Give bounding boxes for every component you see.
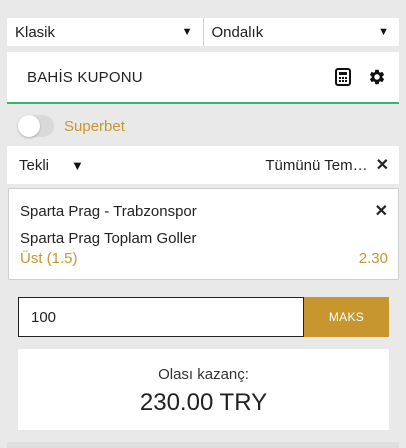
odds-settings-row: Klasik ▼ Ondalık ▼ [7, 18, 399, 46]
odds-format-value: Ondalık [211, 23, 264, 41]
betslip-header: BAHİS KUPONU [7, 52, 399, 104]
betslip-title: BAHİS KUPONU [27, 68, 143, 86]
potential-win-box: Olası kazanç: 230.00 TRY [18, 349, 389, 430]
pick-odds: 2.30 [358, 250, 388, 267]
bet-type-dropdown[interactable]: Tekli ▼ [19, 157, 84, 174]
toggle-knob [18, 115, 40, 137]
stake-input[interactable] [18, 297, 304, 337]
clear-all-button[interactable]: Tümünü Tem… ✕ [265, 155, 389, 175]
bet-type-row: Tekli ▼ Tümünü Tem… ✕ [7, 146, 399, 184]
gear-icon[interactable] [367, 67, 387, 87]
superbet-toggle[interactable] [18, 115, 54, 137]
header-icons [333, 67, 387, 87]
bottom-strip [7, 442, 399, 448]
top-strip [0, 0, 406, 6]
potential-win-label: Olası kazanç: [158, 366, 249, 383]
clear-all-label: Tümünü Tem… [265, 156, 368, 174]
stake-area: MAKS Olası kazanç: 230.00 TRY [7, 290, 399, 440]
calculator-icon[interactable] [333, 67, 353, 87]
close-icon: ✕ [375, 157, 389, 174]
chevron-down-icon: ▼ [378, 26, 389, 38]
market-name: Sparta Prag Toplam Goller [20, 230, 197, 247]
pick-name: Üst (1.5) [20, 250, 78, 267]
superbet-row: Superbet [7, 106, 399, 146]
potential-win-value: 230.00 TRY [139, 389, 268, 416]
match-row: Sparta Prag - Trabzonspor ✕ [20, 201, 388, 221]
match-name: Sparta Prag - Trabzonspor [20, 202, 197, 220]
remove-selection-icon[interactable]: ✕ [375, 201, 388, 221]
odds-style-dropdown[interactable]: Klasik ▼ [7, 18, 203, 46]
chevron-down-icon: ▼ [181, 26, 193, 38]
selection-card: Sparta Prag - Trabzonspor ✕ Sparta Prag … [8, 188, 399, 280]
odds-format-dropdown[interactable]: Ondalık ▼ [202, 18, 400, 46]
pick-row: Üst (1.5) 2.30 [20, 250, 388, 267]
max-stake-button[interactable]: MAKS [304, 297, 389, 337]
chevron-down-icon: ▼ [71, 157, 84, 173]
superbet-label: Superbet [64, 117, 125, 135]
bet-type-value: Tekli [19, 156, 50, 174]
odds-style-value: Klasik [15, 23, 56, 41]
